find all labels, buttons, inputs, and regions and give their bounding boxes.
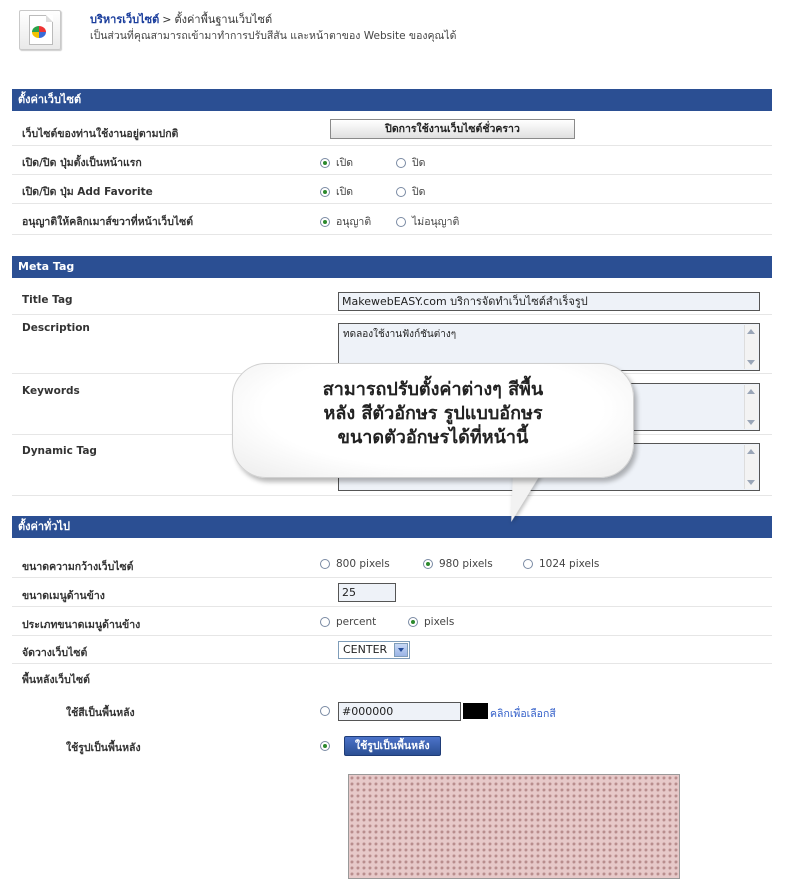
section-site-settings: ตั้งค่าเว็บไซต์ [12,89,772,111]
scrollbar[interactable] [744,385,758,429]
dynamic-tag-label: Dynamic Tag [22,445,97,457]
favorite-off-option[interactable]: ปิด [396,183,425,200]
option-label: ไม่อนุญาติ [412,216,460,228]
bg-image-label: ใช้รูปเป็นพื้นหลัง [66,742,141,754]
page-subtitle: เป็นส่วนที่คุณสามารถเข้ามาทำการปรับสีสัน… [90,30,457,42]
radio-off-icon[interactable] [320,617,330,627]
site-background-label: พื้นหลังเว็บไซต์ [22,674,90,686]
site-status-label: เว็บไซต์ของท่านใช้งานอยู่ตามปกติ [22,128,179,140]
breadcrumb: บริหารเว็บไซต์ > ตั้งค่าพื้นฐานเว็บไซต์ [90,10,272,28]
bg-color-label: ใช้สีเป็นพื้นหลัง [66,707,135,719]
pick-color-link[interactable]: คลิกเพื่อเลือกสี [490,705,556,722]
page-settings-icon [19,10,61,50]
right-click-label: อนุญาติให้คลิกเมาส์ขวาที่หน้าเว็บไซต์ [22,216,194,228]
homepage-button-label: เปิด/ปิด ปุ่มตั้งเป็นหน้าแรก [22,157,142,169]
option-label: เปิด [336,157,354,169]
title-tag-input[interactable]: MakewebEASY.com บริการจัดทำเว็บไซต์สำเร็… [338,292,760,311]
option-label: 1024 pixels [539,558,600,570]
breadcrumb-separator: > [162,13,172,26]
row-site-background: พื้นหลังเว็บไซต์ [12,665,772,691]
site-align-label: จัดวางเว็บไซต์ [22,647,88,659]
page-header: บริหารเว็บไซต์ > ตั้งค่าพื้นฐานเว็บไซต์ เป… [0,0,787,70]
option-label: 980 pixels [439,558,493,570]
bg-color-radio-icon[interactable] [320,706,330,716]
side-menu-size-input[interactable]: 25 [338,583,396,602]
selected-value: CENTER [343,643,388,656]
right-click-allow-option[interactable]: อนุญาติ [320,213,371,230]
callout-bubble: สามารถปรับตั้งค่าต่างๆ สีพื้น หลัง สีตัว… [232,363,634,478]
description-label: Description [22,322,90,334]
row-title-tag: Title Tag MakewebEASY.com บริการจัดทำเว็… [12,287,772,315]
radio-on-icon[interactable] [408,617,418,627]
favorite-button-label: เปิด/ปิด ปุ่ม Add Favorite [22,186,153,198]
section-meta-tag: Meta Tag [12,256,772,278]
site-align-select[interactable]: CENTER [338,641,410,659]
width-800-option[interactable]: 800 pixels [320,558,390,570]
callout-line-2: หลัง สีตัวอักษร รูปแบบอักษร [323,403,543,424]
row-favorite-button: เปิด/ปิด ปุ่ม Add Favorite เปิด ปิด [12,176,772,204]
section-general-settings: ตั้งค่าทั่วไป [12,516,772,538]
option-label: ปิด [412,157,426,169]
scrollbar[interactable] [744,445,758,489]
row-side-menu-type: ประเภทขนาดเมนูด้านข้าง percent pixels [12,608,772,636]
row-side-menu-size: ขนาดเมนูด้านข้าง 25 [12,579,772,607]
description-value: ทดลองใช้งานฟังก์ชันต่างๆ [343,329,457,340]
scroll-up-icon[interactable] [747,449,755,454]
favorite-on-option[interactable]: เปิด [320,183,353,200]
scroll-down-icon[interactable] [747,420,755,425]
scroll-down-icon[interactable] [747,480,755,485]
option-label: pixels [424,616,455,628]
scroll-up-icon[interactable] [747,329,755,334]
side-menu-type-label: ประเภทขนาดเมนูด้านข้าง [22,619,141,631]
row-right-click: อนุญาติให้คลิกเมาส์ขวาที่หน้าเว็บไซต์ อน… [12,205,772,235]
option-label: 800 pixels [336,558,390,570]
radio-off-icon[interactable] [523,559,533,569]
radio-off-icon[interactable] [396,217,406,227]
row-bg-color: ใช้สีเป็นพื้นหลัง #000000 คลิกเพื่อเลือก… [12,692,772,730]
bg-image-radio-icon[interactable] [320,741,330,751]
background-image-preview [348,774,680,879]
row-bg-image: ใช้รูปเป็นพื้นหลัง ใช้รูปเป็นพื้นหลัง [12,731,772,771]
bg-image-button[interactable]: ใช้รูปเป็นพื้นหลัง [344,736,441,756]
right-click-disallow-option[interactable]: ไม่อนุญาติ [396,213,459,230]
title-tag-label: Title Tag [22,294,73,306]
radio-off-icon[interactable] [320,559,330,569]
option-label: เปิด [336,186,354,198]
option-label: percent [336,616,377,628]
radio-off-icon[interactable] [396,158,406,168]
scroll-down-icon[interactable] [747,360,755,365]
page-title: ตั้งค่าพื้นฐานเว็บไซต์ [174,13,273,26]
row-site-align: จัดวางเว็บไซต์ CENTER [12,637,772,664]
row-site-width: ขนาดความกว้างเว็บไซต์ 800 pixels 980 pix… [12,550,772,578]
radio-off-icon[interactable] [396,187,406,197]
radio-on-icon[interactable] [320,187,330,197]
keywords-label: Keywords [22,385,80,397]
homepage-off-option[interactable]: ปิด [396,154,425,171]
scroll-up-icon[interactable] [747,389,755,394]
site-width-label: ขนาดความกว้างเว็บไซต์ [22,561,134,573]
side-menu-size-label: ขนาดเมนูด้านข้าง [22,590,105,602]
row-homepage-button: เปิด/ปิด ปุ่มตั้งเป็นหน้าแรก เปิด ปิด [12,147,772,175]
option-label: ปิด [412,186,426,198]
radio-on-icon[interactable] [320,158,330,168]
callout-line-1: สามารถปรับตั้งค่าต่างๆ สีพื้น [322,379,544,400]
option-label: อนุญาติ [336,216,372,228]
color-swatch[interactable] [463,703,488,719]
bg-color-input[interactable]: #000000 [338,702,461,721]
pixels-option[interactable]: pixels [408,616,454,628]
callout-line-3: ขนาดตัวอักษรได้ที่หน้านี้ [337,427,529,448]
chevron-down-icon[interactable] [394,643,408,657]
percent-option[interactable]: percent [320,616,376,628]
radio-on-icon[interactable] [423,559,433,569]
homepage-on-option[interactable]: เปิด [320,154,353,171]
radio-on-icon[interactable] [320,217,330,227]
row-site-status: เว็บไซต์ของท่านใช้งานอยู่ตามปกติ ปิดการใ… [12,119,772,146]
width-980-option[interactable]: 980 pixels [423,558,493,570]
scrollbar[interactable] [744,325,758,369]
close-site-button[interactable]: ปิดการใช้งานเว็บไซต์ชั่วคราว [330,119,575,139]
breadcrumb-link[interactable]: บริหารเว็บไซต์ [90,13,159,26]
width-1024-option[interactable]: 1024 pixels [523,558,599,570]
